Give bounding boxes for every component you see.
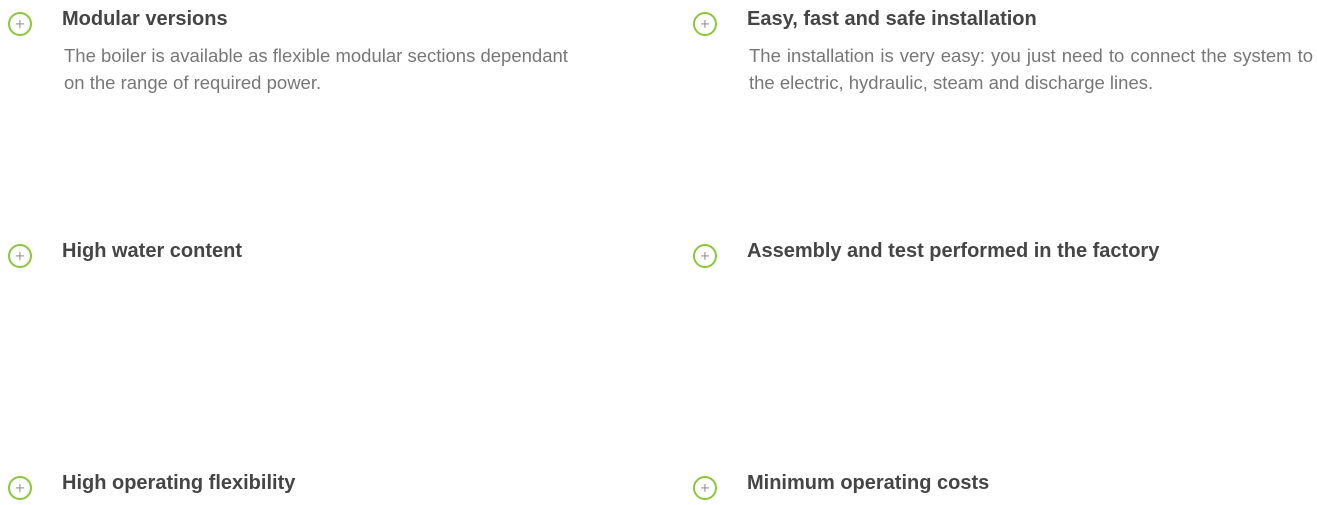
feature-description: The installation is very easy: you just … — [749, 45, 1313, 93]
feature-toggle[interactable]: Assembly and test performed in the facto… — [693, 236, 1313, 268]
plus-circle-icon[interactable] — [8, 244, 32, 268]
feature-title: Modular versions — [62, 8, 228, 30]
feature-title: Assembly and test performed in the facto… — [747, 240, 1160, 262]
feature-title: High water content — [62, 240, 243, 262]
plus-circle-icon[interactable] — [693, 244, 717, 268]
plus-circle-icon[interactable] — [8, 476, 32, 500]
feature-easy-installation: Easy, fast and safe installation The ins… — [693, 4, 1313, 96]
feature-toggle[interactable]: High operating flexibility — [8, 468, 588, 500]
feature-title: Minimum operating costs — [747, 472, 990, 494]
feature-title: High operating flexibility — [62, 472, 296, 494]
plus-circle-icon[interactable] — [693, 12, 717, 36]
feature-toggle[interactable]: Minimum operating costs — [693, 468, 1313, 500]
feature-description: The boiler is available as flexible modu… — [64, 45, 568, 93]
feature-toggle[interactable]: Easy, fast and safe installation — [693, 4, 1313, 36]
feature-minimum-costs: Minimum operating costs — [693, 468, 1313, 500]
feature-factory-assembly: Assembly and test performed in the facto… — [693, 236, 1313, 268]
feature-toggle[interactable]: Modular versions — [8, 4, 588, 36]
feature-title: Easy, fast and safe installation — [747, 8, 1037, 30]
feature-high-water-content: High water content — [8, 236, 588, 268]
plus-circle-icon[interactable] — [693, 476, 717, 500]
feature-operating-flexibility: High operating flexibility — [8, 468, 588, 500]
feature-toggle[interactable]: High water content — [8, 236, 588, 268]
feature-modular-versions: Modular versions The boiler is available… — [8, 4, 588, 96]
plus-circle-icon[interactable] — [8, 12, 32, 36]
